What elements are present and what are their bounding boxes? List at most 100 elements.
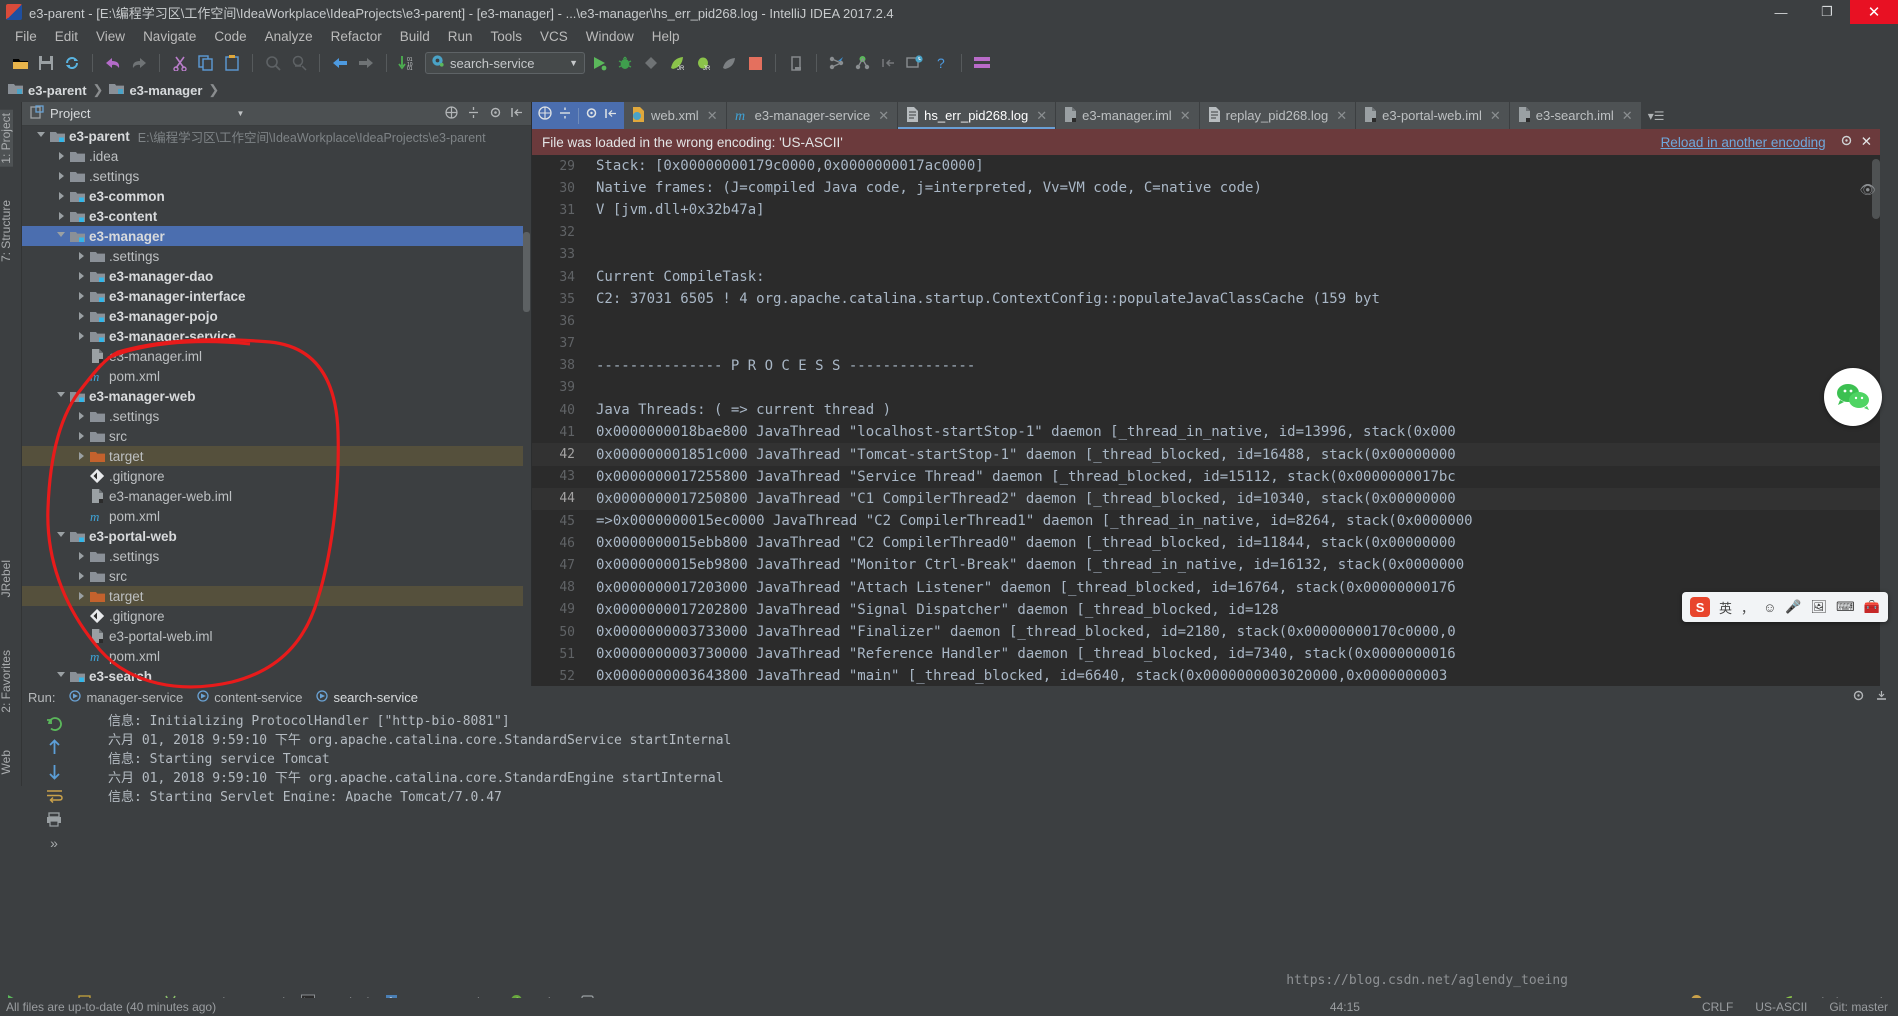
project-tree[interactable]: e3-parent E:\编程学习区\工作空间\IdeaWorkplace\Ide… [22, 126, 523, 686]
find-usages-icon[interactable] [287, 51, 311, 75]
tree-node-src[interactable]: src [22, 426, 523, 446]
scroll-up-icon[interactable] [43, 736, 65, 758]
tree-node-e3-manager-interface[interactable]: e3-manager-interface [22, 286, 523, 306]
commit-icon[interactable] [851, 51, 875, 75]
chevron-right-icon[interactable] [74, 412, 88, 420]
git-branch[interactable]: Git: master [1829, 1000, 1898, 1014]
menu-refactor[interactable]: Refactor [322, 27, 391, 46]
code-editor[interactable]: 👁 29 Stack: [0x00000000179c0000,0x0000000… [532, 155, 1880, 686]
coverage-icon[interactable] [639, 51, 663, 75]
tree-node-e3-manager-web[interactable]: e3-manager-web [22, 386, 523, 406]
tree-node--settings[interactable]: .settings [22, 406, 523, 426]
chevron-right-icon[interactable] [74, 572, 88, 580]
tree-node-src[interactable]: src [22, 566, 523, 586]
undo-icon[interactable] [101, 51, 125, 75]
breadcrumb-item-project[interactable]: e3-parent [8, 82, 89, 98]
tree-node-e3-common[interactable]: e3-common [22, 186, 523, 206]
copy-icon[interactable] [194, 51, 218, 75]
menu-view[interactable]: View [87, 27, 134, 46]
tab-overflow-button[interactable]: ▾☰ [1642, 102, 1671, 129]
preview-eye-icon[interactable]: 👁 [1859, 183, 1876, 198]
tree-node-e3-portal-web-iml[interactable]: e3-portal-web.iml [22, 626, 523, 646]
smiley-icon[interactable]: ☺ [1763, 600, 1776, 615]
menu-edit[interactable]: Edit [46, 27, 87, 46]
editor-tab-e3-portal-web-iml[interactable]: e3-portal-web.iml ✕ [1356, 102, 1510, 129]
run-console-output[interactable]: 信息: Initializing ProtocolHandler ["http-… [108, 708, 1898, 802]
collapse-all-icon[interactable] [445, 105, 458, 122]
ime-mode-label[interactable]: 英 [1719, 598, 1732, 617]
more-icon[interactable]: » [43, 832, 65, 854]
tree-node-pom-xml[interactable]: m pom.xml [22, 506, 523, 526]
soft-wrap-icon[interactable] [43, 784, 65, 806]
run-tab-content-service[interactable]: content-service [197, 690, 302, 705]
breadcrumb-item-module[interactable]: e3-manager [109, 82, 204, 98]
chevron-down-icon-project[interactable]: ▼ [236, 109, 244, 118]
notice-gear-icon[interactable] [1826, 134, 1861, 150]
paste-icon[interactable] [220, 51, 244, 75]
menu-window[interactable]: Window [577, 27, 643, 46]
chevron-down-icon[interactable] [34, 131, 48, 141]
image-icon[interactable]: 🖼 [1811, 599, 1828, 615]
close-icon[interactable]: ✕ [707, 108, 718, 124]
close-icon[interactable]: ✕ [878, 108, 889, 124]
editor-tab-e3-manager-iml[interactable]: e3-manager.iml ✕ [1056, 102, 1200, 129]
comma-icon[interactable]: ， [1741, 598, 1754, 617]
tool-button-web[interactable]: Web [0, 747, 13, 777]
open-folder-icon[interactable] [8, 51, 32, 75]
rollback-icon[interactable] [877, 51, 901, 75]
hide-icon-editor[interactable] [605, 107, 618, 125]
minimize-button[interactable]: — [1758, 0, 1804, 24]
tree-node-e3-manager-dao[interactable]: e3-manager-dao [22, 266, 523, 286]
close-icon[interactable]: ✕ [1180, 108, 1191, 124]
tree-node-target[interactable]: target [22, 586, 523, 606]
menu-code[interactable]: Code [205, 27, 255, 46]
tree-node--gitignore[interactable]: .gitignore [22, 606, 523, 626]
cut-icon[interactable] [168, 51, 192, 75]
chevron-down-icon[interactable] [54, 391, 68, 401]
editor-tab-replay-pid268-log[interactable]: replay_pid268.log ✕ [1199, 102, 1357, 129]
stop-icon[interactable] [743, 51, 767, 75]
chevron-right-icon[interactable] [74, 432, 88, 440]
split-icon[interactable] [558, 106, 572, 125]
chevron-right-icon[interactable] [74, 292, 88, 300]
close-icon[interactable]: ✕ [1336, 108, 1347, 124]
tree-node--settings[interactable]: .settings [22, 166, 523, 186]
gear-icon-project[interactable] [489, 106, 502, 122]
chevron-right-icon[interactable] [54, 192, 68, 200]
menu-help[interactable]: Help [643, 27, 689, 46]
jrebel-run-icon[interactable]: JR [665, 51, 689, 75]
chevron-right-icon[interactable] [74, 312, 88, 320]
settings-icon[interactable] [970, 51, 994, 75]
tool-button-jrebel[interactable]: JRebel [0, 557, 13, 600]
editor-tab-hs-err-pid268-log[interactable]: hs_err_pid268.log ✕ [898, 102, 1057, 129]
tree-node-e3-manager-iml[interactable]: e3-manager.iml [22, 346, 523, 366]
chevron-right-icon[interactable] [54, 212, 68, 220]
sogou-ime-logo[interactable]: S [1690, 597, 1711, 617]
chevron-down-icon[interactable]: ▼ [569, 58, 580, 68]
gear-icon-editor[interactable] [585, 106, 599, 125]
tree-node-e3-manager[interactable]: e3-manager [22, 226, 523, 246]
update-project-icon[interactable] [825, 51, 849, 75]
notice-close-icon[interactable]: ✕ [1861, 134, 1880, 150]
maximize-button[interactable]: ❐ [1804, 0, 1850, 24]
exit-icon[interactable] [784, 51, 808, 75]
close-icon[interactable]: ✕ [1036, 108, 1047, 124]
scroll-down-icon[interactable] [43, 760, 65, 782]
tree-node--settings[interactable]: .settings [22, 546, 523, 566]
tree-node--settings[interactable]: .settings [22, 246, 523, 266]
run-configuration-selector[interactable]: search-service ▼ [425, 52, 585, 74]
chevron-right-icon[interactable] [54, 152, 68, 160]
run-settings-gear-icon[interactable] [1852, 689, 1865, 705]
chevron-down-icon[interactable] [54, 231, 68, 241]
tree-node-e3-content[interactable]: e3-content [22, 206, 523, 226]
menu-vcs[interactable]: VCS [531, 27, 577, 46]
tree-node-e3-portal-web[interactable]: e3-portal-web [22, 526, 523, 546]
tree-node-e3-search[interactable]: e3-search [22, 666, 523, 686]
tree-node-e3-parent[interactable]: e3-parent E:\编程学习区\工作空间\IdeaWorkplace\Ide… [22, 126, 523, 146]
run-minimize-icon[interactable] [1875, 689, 1888, 705]
tree-node-pom-xml[interactable]: m pom.xml [22, 646, 523, 666]
wechat-icon[interactable] [1824, 368, 1882, 426]
forward-icon[interactable] [354, 51, 378, 75]
run-tab-manager-service[interactable]: manager-service [69, 690, 183, 705]
menu-build[interactable]: Build [391, 27, 439, 46]
